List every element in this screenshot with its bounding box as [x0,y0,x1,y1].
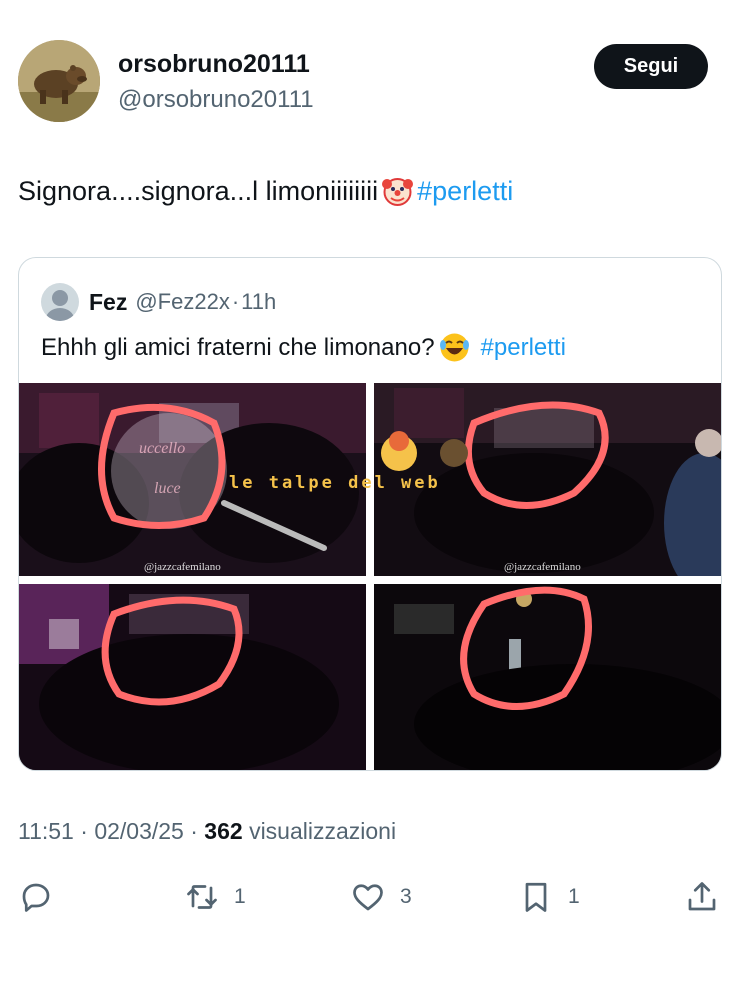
share-button[interactable] [684,877,720,917]
like-count: 3 [400,885,412,908]
media-image-3[interactable] [19,584,366,770]
laughing-face-icon [438,331,471,364]
share-icon [688,882,716,911]
media-image-4[interactable] [374,584,721,770]
heart-icon [353,884,383,911]
retweet-icon [187,885,217,909]
separator-dot: · [231,289,240,314]
quoted-tweet-header: Fez @Fez22x · 11h [41,283,276,321]
avatar[interactable] [18,40,100,122]
svg-text:luce: luce [154,480,181,497]
author-display-name[interactable]: orsobruno20111 [118,50,310,79]
tweet-meta: 11:51 · 02/03/25 · 362 visualizzazioni [18,818,396,845]
watermark-text: @jazzcafemilano [144,561,221,573]
quoted-tweet-time[interactable]: 11h [241,289,276,315]
stamp-text: uccello [139,440,185,457]
tweet-time[interactable]: 11:51 [18,818,74,844]
quoted-tweet-text: Ehhh gli amici fraterni che limonano? #p… [41,331,566,364]
tweet-text: Signora....signora...l limoniiiiiiii #pe… [18,175,513,208]
tweet-actions-bar: 1 3 1 [18,877,720,917]
author-handle[interactable]: @orsobruno20111 [118,86,314,114]
tweet-date[interactable]: 02/03/25 [94,818,184,844]
bookmark-count: 1 [568,885,580,908]
tweet-header: orsobruno20111 @orsobruno20111 Segui [18,40,708,122]
meta-separator: · [80,818,88,844]
hashtag-link[interactable]: #perletti [417,176,513,207]
quoted-hashtag-link[interactable]: #perletti [481,334,566,362]
watermark-text-2: @jazzcafemilano [504,561,581,573]
default-avatar-icon[interactable] [41,283,79,321]
retweet-button[interactable]: 1 [184,877,246,917]
like-button[interactable]: 3 [350,877,412,917]
bear-photo-icon [18,40,100,122]
overlay-watermark: le talpe del web [229,473,441,493]
bookmark-button[interactable]: 1 [518,877,580,917]
quoted-author-name[interactable]: Fez [89,289,127,316]
tweet-text-body: Signora....signora...l limoniiiiiiii [18,176,379,206]
views-count: 362 [204,818,243,844]
media-grid[interactable]: uccello luce @jazzcafemilano @jazzcafemi… [19,383,721,770]
views-label: visualizzazioni [249,818,397,844]
retweet-count: 1 [234,885,246,908]
reply-icon [22,883,50,912]
follow-button[interactable]: Segui [594,44,708,89]
quoted-text-body: Ehhh gli amici fraterni che limonano? [41,333,435,361]
reply-button[interactable] [18,877,54,917]
quoted-tweet[interactable]: Fez @Fez22x · 11h Ehhh gli amici fratern… [18,257,722,771]
bookmark-icon [525,882,547,912]
clown-face-icon [381,175,414,208]
quoted-author-handle[interactable]: @Fez22x [135,289,229,315]
meta-separator-2: · [190,818,198,844]
